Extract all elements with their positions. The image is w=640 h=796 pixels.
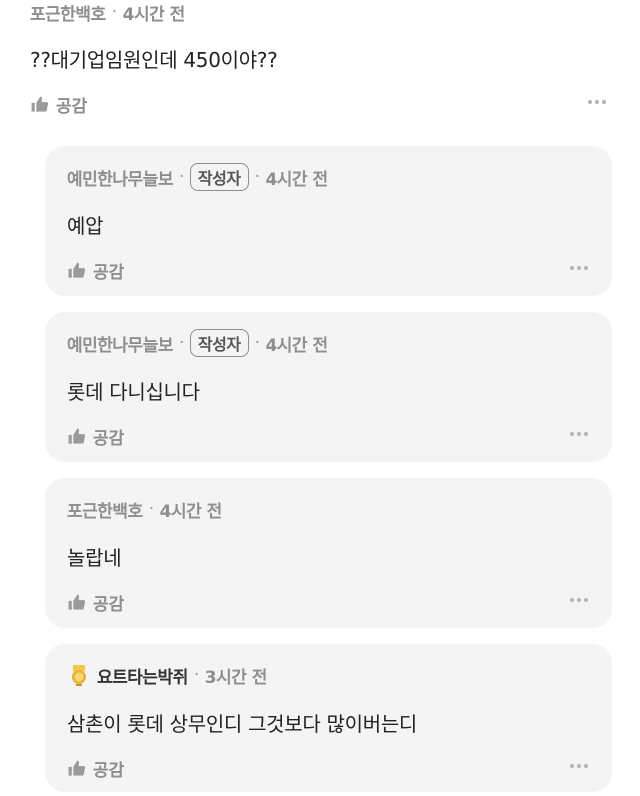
gold-rank-badge-icon (72, 665, 86, 686)
more-options-icon[interactable] (570, 424, 588, 444)
author-name[interactable]: 요트타는박쥐 (97, 663, 188, 688)
like-label: 공감 (56, 97, 88, 117)
more-options-icon[interactable] (588, 92, 606, 112)
thumbs-up-icon (31, 96, 49, 112)
author-badge: 작성자 (189, 163, 249, 191)
reply-meta: 예민한나무늘보 · 작성자 · 4시간 전 (67, 329, 328, 357)
author-name[interactable]: 포근한백호 (30, 0, 106, 25)
meta-separator: · (254, 167, 260, 187)
reply-text: 삼촌이 롯데 상무인디 그것보다 많이버는디 (67, 712, 418, 736)
more-options-icon[interactable] (570, 258, 588, 278)
comment-time: 4시간 전 (122, 4, 186, 25)
thumbs-up-icon (68, 262, 86, 278)
meta-separator: · (193, 665, 199, 685)
author-badge: 작성자 (189, 329, 249, 357)
reply-text: 롯데 다니십니다 (67, 380, 200, 404)
meta-separator: · (148, 499, 154, 519)
meta-separator: · (178, 167, 184, 187)
more-options-icon[interactable] (570, 756, 588, 776)
more-options-icon[interactable] (570, 590, 588, 610)
main-comment: 포근한백호 · 4시간 전 ??대기업임원인데 450이야?? 공감 (0, 0, 640, 140)
reply-card: 예민한나무늘보 · 작성자 · 4시간 전 롯데 다니십니다 공감 (45, 312, 612, 462)
like-button[interactable]: 공감 (67, 258, 124, 283)
meta-separator: · (178, 333, 184, 353)
thumbs-up-icon (68, 594, 86, 610)
reply-time: 4시간 전 (159, 501, 223, 522)
reply-text: 놀랍네 (67, 546, 122, 570)
like-label: 공감 (93, 595, 125, 615)
like-label: 공감 (93, 263, 125, 283)
like-label: 공감 (93, 429, 125, 449)
like-button[interactable]: 공감 (30, 92, 87, 117)
comment-text: ??대기업임원인데 450이야?? (30, 48, 278, 72)
reply-time: 4시간 전 (265, 335, 328, 356)
reply-time: 4시간 전 (265, 169, 328, 190)
reply-card: 예민한나무늘보 · 작성자 · 4시간 전 예압 공감 (45, 146, 612, 296)
reply-meta: 요트타는박쥐 · 3시간 전 (67, 662, 267, 688)
reply-card: 포근한백호 · 4시간 전 놀랍네 공감 (45, 478, 612, 628)
thumbs-up-icon (68, 760, 86, 776)
author-name[interactable]: 예민한나무늘보 (67, 331, 173, 356)
author-name[interactable]: 예민한나무늘보 (67, 165, 173, 190)
reply-card: 요트타는박쥐 · 3시간 전 삼촌이 롯데 상무인디 그것보다 많이버는디 공감 (45, 644, 612, 792)
like-label: 공감 (93, 761, 125, 781)
like-button[interactable]: 공감 (67, 756, 124, 781)
meta-separator: · (111, 2, 117, 22)
reply-text: 예압 (67, 214, 104, 238)
reply-meta: 예민한나무늘보 · 작성자 · 4시간 전 (67, 163, 328, 191)
like-button[interactable]: 공감 (67, 424, 124, 449)
author-name[interactable]: 포근한백호 (67, 497, 143, 522)
comment-meta: 포근한백호 · 4시간 전 (30, 0, 186, 25)
reply-time: 3시간 전 (204, 667, 268, 688)
reply-meta: 포근한백호 · 4시간 전 (67, 496, 222, 522)
like-button[interactable]: 공감 (67, 590, 124, 615)
meta-separator: · (254, 333, 260, 353)
thumbs-up-icon (68, 428, 86, 444)
